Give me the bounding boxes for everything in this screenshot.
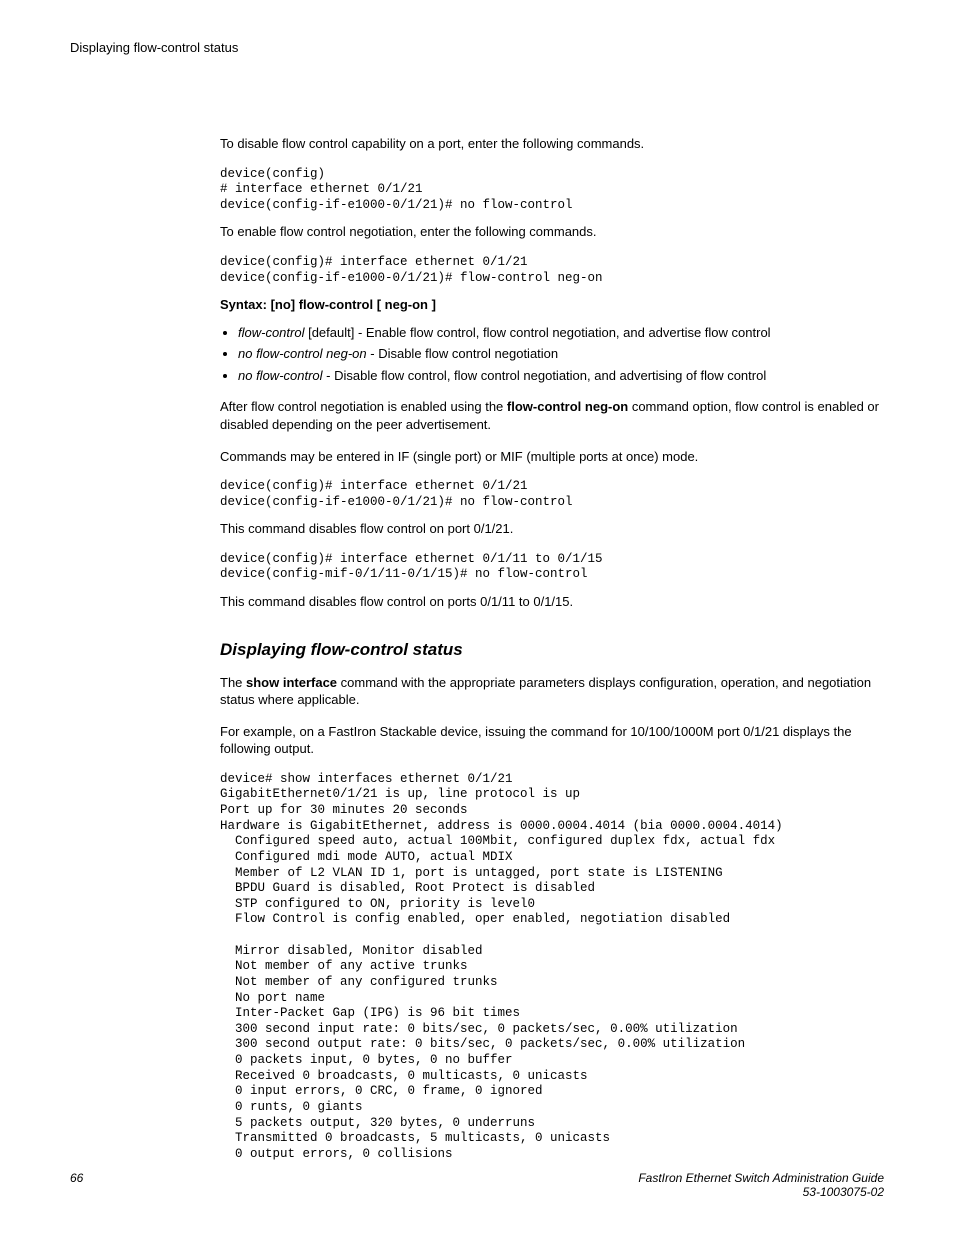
section-heading: Displaying flow-control status	[220, 639, 884, 662]
paragraph: Commands may be entered in IF (single po…	[220, 448, 884, 466]
paragraph: To enable flow control negotiation, ente…	[220, 223, 884, 241]
running-header: Displaying flow-control status	[70, 40, 884, 55]
term: no flow-control	[238, 368, 323, 383]
text: The	[220, 675, 246, 690]
term: flow-control	[238, 325, 304, 340]
paragraph: For example, on a FastIron Stackable dev…	[220, 723, 884, 758]
list-item: flow-control [default] - Enable flow con…	[238, 324, 884, 342]
syntax-line: Syntax: [no] flow-control [ neg-on ]	[220, 296, 884, 314]
text: After flow control negotiation is enable…	[220, 399, 507, 414]
page-footer: 66 FastIron Ethernet Switch Administrati…	[70, 1171, 884, 1199]
list-item: no flow-control - Disable flow control, …	[238, 367, 884, 385]
syntax-bracket: ]	[428, 297, 436, 312]
desc: - Disable flow control, flow control neg…	[323, 368, 767, 383]
code-block: device# show interfaces ethernet 0/1/21 …	[220, 772, 884, 1163]
syntax-prefix: Syntax: [no] flow-control	[220, 297, 373, 312]
code-block: device(config)# interface ethernet 0/1/2…	[220, 255, 884, 286]
paragraph: After flow control negotiation is enable…	[220, 398, 884, 433]
code-block: device(config) # interface ethernet 0/1/…	[220, 167, 884, 214]
doc-title: FastIron Ethernet Switch Administration …	[638, 1171, 884, 1185]
term: no flow-control neg-on	[238, 346, 367, 361]
bullet-list: flow-control [default] - Enable flow con…	[220, 324, 884, 385]
page-number: 66	[70, 1171, 83, 1185]
code-block: device(config)# interface ethernet 0/1/1…	[220, 552, 884, 583]
paragraph: The show interface command with the appr…	[220, 674, 884, 709]
syntax-option: neg-on	[385, 297, 428, 312]
syntax-bracket: [	[373, 297, 385, 312]
list-item: no flow-control neg-on - Disable flow co…	[238, 345, 884, 363]
paragraph: This command disables flow control on po…	[220, 593, 884, 611]
code-block: device(config)# interface ethernet 0/1/2…	[220, 479, 884, 510]
main-content: To disable flow control capability on a …	[220, 135, 884, 1162]
doc-info: FastIron Ethernet Switch Administration …	[638, 1171, 884, 1199]
command-name: flow-control neg-on	[507, 399, 628, 414]
paragraph: To disable flow control capability on a …	[220, 135, 884, 153]
doc-number: 53-1003075-02	[803, 1185, 884, 1199]
paragraph: This command disables flow control on po…	[220, 520, 884, 538]
header-title: Displaying flow-control status	[70, 40, 238, 55]
page-container: Displaying flow-control status To disabl…	[0, 0, 954, 1235]
command-name: show interface	[246, 675, 337, 690]
desc: [default] - Enable flow control, flow co…	[304, 325, 770, 340]
desc: - Disable flow control negotiation	[367, 346, 559, 361]
